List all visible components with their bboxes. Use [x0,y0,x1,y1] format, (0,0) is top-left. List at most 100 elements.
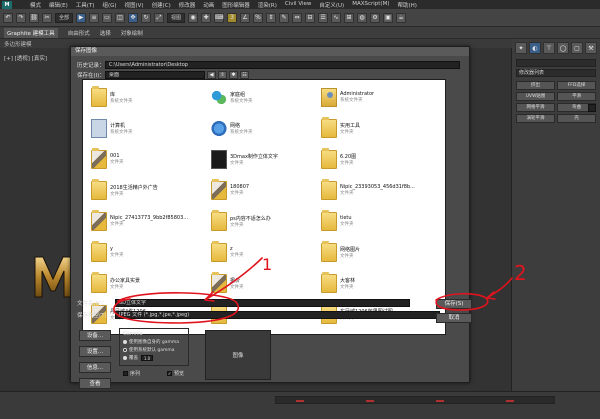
schematic-view-icon[interactable]: ⊞ [344,12,355,23]
keyboard-shortcut-icon[interactable]: ⌨ [214,12,225,23]
ribbon-tab-object-paint[interactable]: 对象绘制 [121,29,143,37]
ribbon-tab-graphite[interactable]: Graphite 建模工具 [4,27,58,38]
menu-item[interactable]: 创建(C) [152,1,171,9]
file-list-item[interactable]: 网络 系统文件夹 [211,115,316,141]
menu-item[interactable]: 渲染(R) [258,1,277,9]
time-slider-track[interactable] [275,396,555,404]
back-icon[interactable]: ◀ [207,71,216,79]
rendered-frame-icon[interactable]: ▣ [383,12,394,23]
ribbon-tab-freeform[interactable]: 自由形式 [68,29,90,37]
filename-input[interactable]: 3D立体文字 [115,299,410,307]
object-name-field[interactable] [516,59,596,67]
create-tab-icon[interactable]: ✦ [515,42,527,54]
file-list-item[interactable]: Nipic_23393053_456d31f8b... 文件夹 [321,177,426,203]
file-list-item[interactable]: ps内容不适怎么办 文件夹 [211,208,316,234]
cancel-button[interactable]: 取消 [436,313,472,323]
display-tab-icon[interactable]: ▢ [571,42,583,54]
percent-snap-icon[interactable]: % [253,12,264,23]
modifier-button[interactable]: 挤出 [516,81,555,90]
modifier-list-dropdown[interactable]: 修改器列表 [516,69,596,77]
utilities-tab-icon[interactable]: ⚒ [585,42,597,54]
file-list-item[interactable]: z 文件夹 [211,239,316,265]
menu-item[interactable]: 视图(V) [125,1,144,9]
named-selection-icon[interactable]: ✎ [279,12,290,23]
motion-tab-icon[interactable]: ◯ [557,42,569,54]
undo-icon[interactable]: ↶ [3,12,13,23]
save-button[interactable]: 保存(S) [436,299,472,309]
move-icon[interactable]: ✥ [128,12,139,23]
preview-checkbox[interactable]: ✓ 预览 [167,370,184,377]
view-button[interactable]: 查看 [79,378,111,389]
file-list-item[interactable]: 3Dmax制作立体文字 文件夹 [211,146,316,172]
menu-item[interactable]: 动画 [203,1,214,9]
viewport-label[interactable]: [+] [透视] [真实] [4,54,47,62]
radio-selected-icon[interactable] [123,348,127,352]
file-list-item[interactable]: 计算机 系统文件夹 [91,115,196,141]
modifier-button[interactable]: 网格平滑 [516,103,555,112]
unlink-icon[interactable]: ✂ [42,12,52,23]
window-crossing-icon[interactable]: ◫ [115,12,126,23]
select-object-icon[interactable]: ▶ [76,12,87,23]
object-color-swatch[interactable] [588,104,596,112]
select-by-name-icon[interactable]: ≡ [89,12,100,23]
modifier-button[interactable]: 平滑 [557,92,596,101]
menu-item[interactable]: 工具(T) [76,1,95,9]
layer-icon[interactable]: ☰ [318,12,329,23]
file-list-item[interactable]: 家庭组 系统文件夹 [211,84,316,110]
menu-item[interactable]: 组(G) [102,1,116,9]
modifier-button[interactable]: 壳 [557,114,596,123]
gamma-option-override[interactable]: 覆盖 1.0 [123,355,185,361]
menu-item[interactable]: MAXScript(M) [352,1,389,9]
menu-item[interactable]: 编辑(E) [49,1,68,9]
file-list-item[interactable]: 报价 文件夹 [211,270,316,296]
file-list-item[interactable]: 大客林 文件夹 [321,270,426,296]
file-list-item[interactable]: 网络图片 文件夹 [321,239,426,265]
file-list-item[interactable]: 实用工具 文件夹 [321,115,426,141]
link-icon[interactable]: ⛓ [29,12,39,23]
info-button[interactable]: 信息... [79,362,111,373]
file-list-item[interactable]: 6.20图 文件夹 [321,146,426,172]
file-list-item[interactable]: 180807 文件夹 [211,177,316,203]
sequence-checkbox[interactable]: 序列 [123,370,140,377]
file-list-item[interactable]: 办公家具实景 文件夹 [91,270,196,296]
redo-icon[interactable]: ↷ [16,12,26,23]
gamma-option-own[interactable]: 使用图像自身的 gamma [123,339,185,345]
menu-item[interactable]: 帮助(H) [397,1,416,9]
setup-button[interactable]: 设置... [79,346,111,357]
gamma-override-field[interactable]: 1.0 [141,355,153,361]
menu-item[interactable]: 自定义(U) [319,1,344,9]
hierarchy-tab-icon[interactable]: ⊤ [543,42,555,54]
save-in-dropdown[interactable]: 桌面 [105,71,205,79]
spinner-snap-icon[interactable]: ⇕ [266,12,277,23]
scale-icon[interactable]: ⤢ [154,12,165,23]
checkbox-checked-icon[interactable]: ✓ [167,371,172,376]
checkbox-icon[interactable] [123,371,128,376]
file-list-item[interactable]: 001 文件夹 [91,146,196,172]
app-logo-icon[interactable]: M [2,0,12,9]
radio-icon[interactable] [123,356,127,360]
file-list-item[interactable]: Administrator 系统文件夹 [321,84,426,110]
ribbon-tab-selection[interactable]: 选择 [100,29,111,37]
angle-snap-icon[interactable]: ∠ [240,12,251,23]
modifier-button[interactable]: 涡轮平滑 [516,114,555,123]
rotate-icon[interactable]: ↻ [141,12,152,23]
devices-button[interactable]: 设备... [79,330,111,341]
select-manipulate-icon[interactable]: ✚ [201,12,212,23]
history-dropdown[interactable]: C:\Users\Administrator\Desktop [105,61,460,69]
modifier-button[interactable]: FFD选择 [557,81,596,90]
file-list-item[interactable]: tietu 文件夹 [321,208,426,234]
file-list[interactable]: 库系统文件夹 家庭组 系统文件夹 Administrator 系统文件夹计算机 系统文件夹… [82,79,446,335]
file-list-item[interactable]: y 文件夹 [91,239,196,265]
mirror-icon[interactable]: ⇔ [292,12,303,23]
file-list-item[interactable]: 库系统文件夹 [91,84,196,110]
render-setup-icon[interactable]: ⚙ [370,12,381,23]
curve-editor-icon[interactable]: ∿ [331,12,342,23]
view-menu-icon[interactable]: ☷ [240,71,249,79]
file-list-item[interactable]: Nipic_27413773_9bb2f85803... 文件夹 [91,208,196,234]
modifier-button[interactable]: UVW贴图 [516,92,555,101]
menu-item[interactable]: 模式 [30,1,41,9]
render-icon[interactable]: ☕ [396,12,407,23]
rectangle-selection-icon[interactable]: ▭ [102,12,113,23]
filetype-dropdown[interactable]: JPEG 文件 (*.jpg,*.jpe,*.jpeg) [115,311,440,319]
gamma-option-system[interactable]: 使用系统默认 gamma [123,347,185,353]
